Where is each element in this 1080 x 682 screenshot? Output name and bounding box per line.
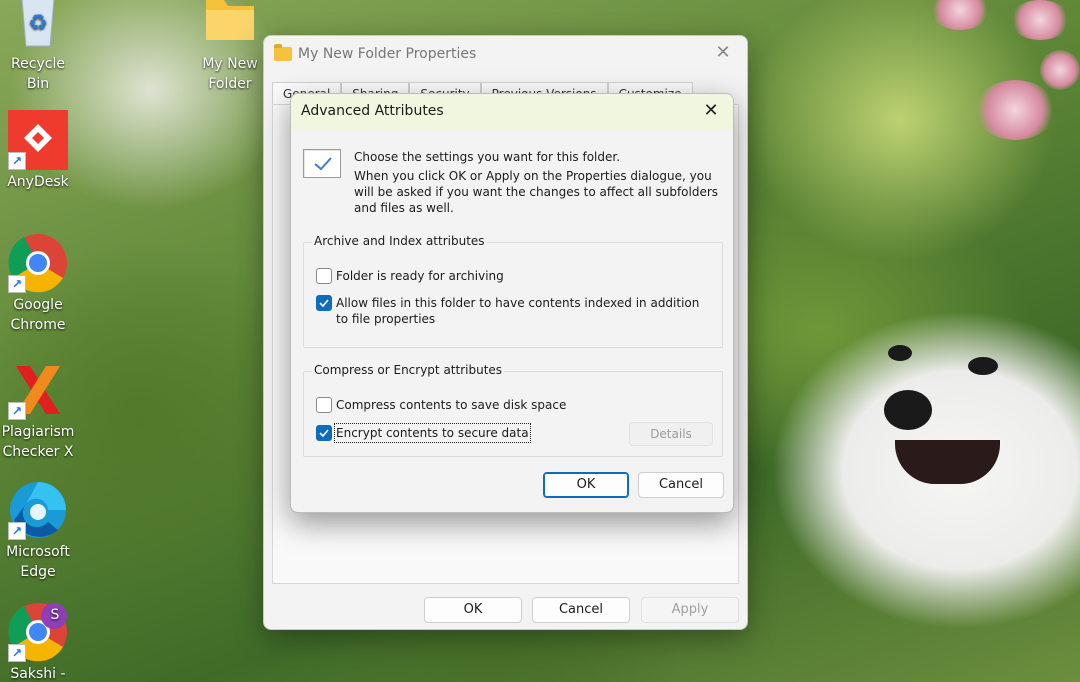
- desktop-icon-label: Sakshi -: [10, 666, 66, 682]
- compress-option[interactable]: Compress contents to save disk space: [316, 397, 566, 413]
- dialog-titlebar: Advanced Attributes ✕: [291, 94, 733, 130]
- encrypt-checkbox[interactable]: [316, 425, 332, 441]
- archiving-checkbox[interactable]: [316, 268, 332, 284]
- cancel-button[interactable]: Cancel: [532, 597, 630, 623]
- option-label: Allow files in this folder to have conte…: [336, 296, 700, 326]
- dialog-intro: Choose the settings you want for this fo…: [354, 149, 724, 216]
- compress-encrypt-group: Compress or Encrypt attributes Compress …: [303, 363, 723, 457]
- desktop-icon-label: Recycle Bin: [11, 56, 65, 92]
- intro-heading: Choose the settings you want for this fo…: [354, 150, 621, 164]
- anydesk-icon: ↗: [8, 110, 68, 170]
- desktop-icon-recycle-bin[interactable]: ♻ Recycle Bin: [0, 0, 78, 94]
- intro-body: When you click OK or Apply on the Proper…: [354, 169, 719, 215]
- group-label: Compress or Encrypt attributes: [312, 363, 505, 377]
- desktop-icon-label: AnyDesk: [7, 174, 69, 190]
- shortcut-arrow-icon: ↗: [8, 152, 26, 170]
- shortcut-arrow-icon: ↗: [8, 644, 26, 662]
- svg-text:♻: ♻: [28, 11, 48, 36]
- dog-eye: [968, 357, 998, 375]
- folder-icon: [200, 0, 260, 52]
- archive-index-group: Archive and Index attributes Folder is r…: [303, 234, 723, 348]
- shortcut-arrow-icon: ↗: [8, 275, 26, 293]
- window-title: My New Folder Properties: [298, 46, 477, 62]
- close-icon[interactable]: ✕: [711, 42, 735, 66]
- plagiarism-checker-icon: ↗: [8, 360, 68, 420]
- dialog-ok-button[interactable]: OK: [543, 472, 629, 498]
- group-label: Archive and Index attributes: [312, 234, 487, 248]
- edge-icon: ↗: [8, 480, 68, 540]
- desktop-icon-label: Microsoft Edge: [6, 544, 70, 580]
- dog-eye: [888, 345, 912, 361]
- close-icon[interactable]: ✕: [699, 100, 723, 124]
- shortcut-arrow-icon: ↗: [8, 522, 26, 540]
- blossom-decoration: [975, 80, 1055, 140]
- profile-badge: S: [50, 607, 60, 623]
- indexing-checkbox[interactable]: [316, 295, 332, 311]
- archiving-option[interactable]: Folder is ready for archiving: [316, 268, 504, 284]
- blossom-decoration: [1010, 0, 1070, 40]
- chrome-profile-icon: S ↗: [8, 602, 68, 662]
- blossom-decoration: [930, 0, 990, 30]
- encrypt-option[interactable]: Encrypt contents to secure data: [316, 423, 531, 443]
- desktop-icon-label: Plagiarism Checker X: [1, 424, 75, 460]
- dog-mouth: [895, 440, 1000, 484]
- indexing-option[interactable]: Allow files in this folder to have conte…: [316, 295, 711, 327]
- desktop-icon-label: Google Chrome: [10, 297, 66, 333]
- desktop-icon-my-new-folder[interactable]: My New Folder: [190, 0, 270, 94]
- folder-icon: [274, 44, 292, 61]
- ok-button[interactable]: OK: [424, 597, 522, 623]
- details-button[interactable]: Details: [629, 422, 713, 446]
- dialog-cancel-button[interactable]: Cancel: [638, 472, 724, 498]
- desktop-icon-anydesk[interactable]: ↗ AnyDesk: [0, 110, 78, 192]
- option-label: Encrypt contents to secure data: [334, 423, 531, 443]
- chrome-icon: ↗: [8, 233, 68, 293]
- checkbox-illustration-icon: [303, 149, 341, 178]
- blossom-decoration: [1040, 50, 1080, 90]
- option-label: Folder is ready for archiving: [336, 269, 504, 283]
- recycle-bin-icon: ♻: [8, 0, 68, 52]
- desktop-icon-microsoft-edge[interactable]: ↗ Microsoft Edge: [0, 480, 78, 582]
- dog-nose: [884, 390, 932, 430]
- apply-button[interactable]: Apply: [641, 597, 739, 623]
- desktop-icon-label: My New Folder: [202, 56, 258, 92]
- desktop-icon-google-chrome[interactable]: ↗ Google Chrome: [0, 233, 78, 335]
- desktop-icon-sakshi-chrome[interactable]: S ↗ Sakshi -: [0, 602, 78, 682]
- desktop-icon-plagiarism-checker-x[interactable]: ↗ Plagiarism Checker X: [0, 360, 78, 462]
- shortcut-arrow-icon: ↗: [8, 402, 26, 420]
- dialog-title: Advanced Attributes: [301, 103, 444, 119]
- option-label: Compress contents to save disk space: [336, 398, 567, 412]
- advanced-attributes-dialog: Advanced Attributes ✕ Choose the setting…: [290, 93, 734, 513]
- compress-checkbox[interactable]: [316, 397, 332, 413]
